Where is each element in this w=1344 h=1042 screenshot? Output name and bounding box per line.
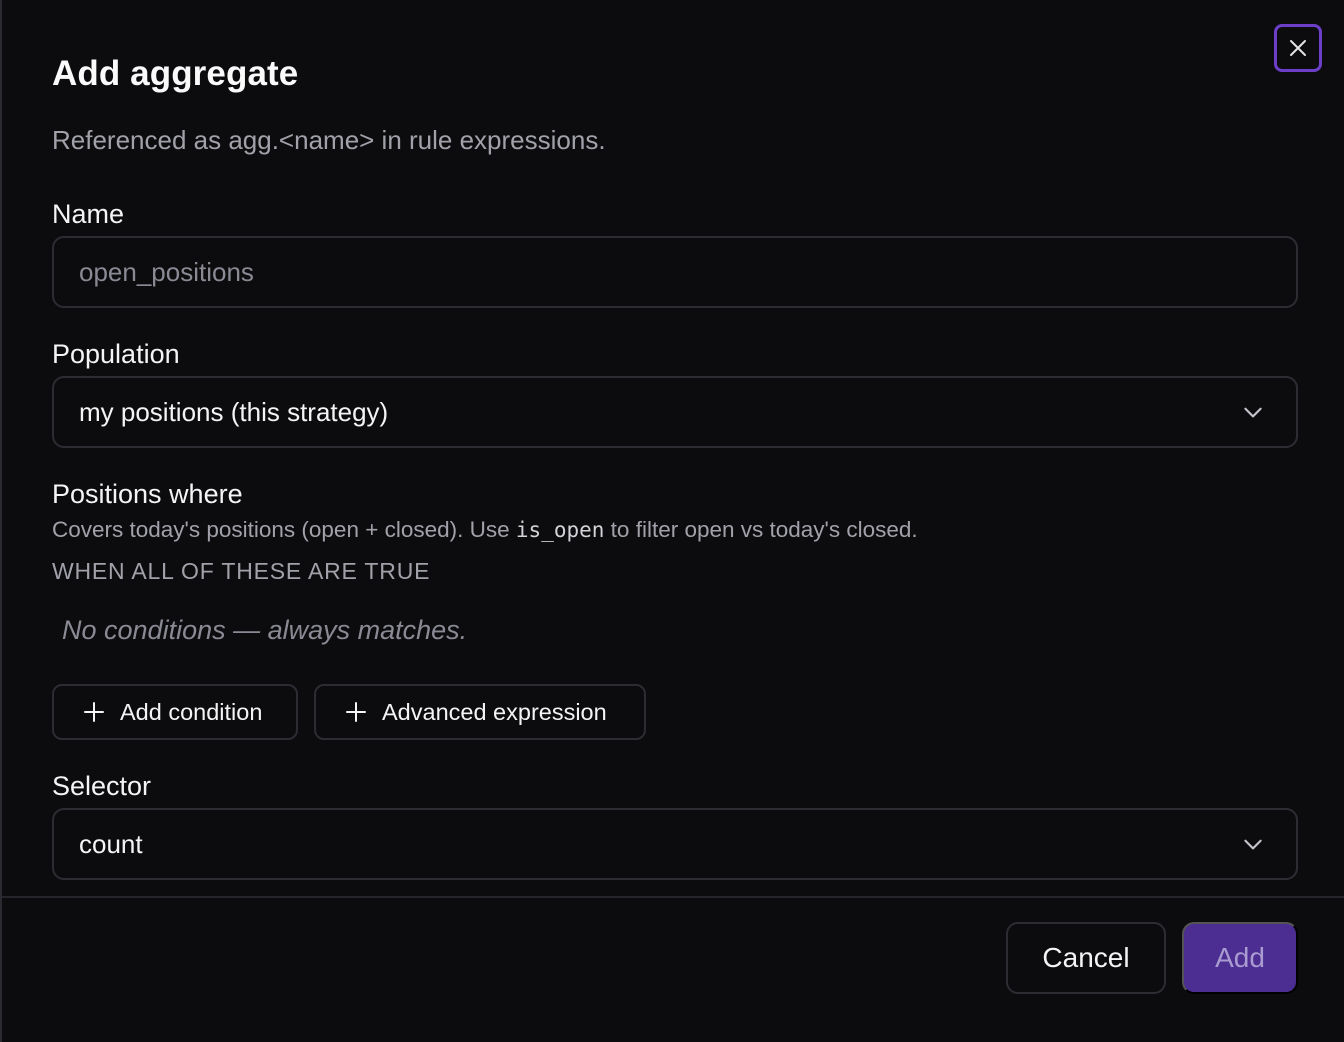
population-select[interactable]: my positions (this strategy) bbox=[52, 376, 1298, 448]
cancel-button[interactable]: Cancel bbox=[1006, 922, 1166, 994]
help-text-after: to filter open vs today's closed. bbox=[604, 517, 918, 542]
selector-select[interactable]: count bbox=[52, 808, 1298, 880]
add-condition-button[interactable]: Add condition bbox=[52, 684, 298, 740]
help-text-before: Covers today's positions (open + closed)… bbox=[52, 517, 516, 542]
close-button[interactable] bbox=[1274, 24, 1322, 72]
plus-icon bbox=[84, 702, 104, 722]
selector-label: Selector bbox=[52, 771, 152, 801]
dialog-title: Add aggregate bbox=[52, 54, 299, 93]
conditions-caption: WHEN ALL OF THESE ARE TRUE bbox=[52, 558, 431, 584]
name-label: Name bbox=[52, 199, 125, 229]
chevron-down-icon bbox=[1244, 407, 1262, 418]
add-button[interactable]: Add bbox=[1182, 922, 1298, 994]
no-conditions-message: No conditions — always matches. bbox=[62, 615, 468, 645]
add-condition-label: Add condition bbox=[120, 698, 263, 725]
help-code-is-open: is_open bbox=[515, 518, 605, 542]
positions-where-help: Covers today's positions (open + closed)… bbox=[52, 517, 918, 543]
footer-divider bbox=[2, 896, 1344, 898]
selector-select-value: count bbox=[79, 828, 143, 859]
chevron-down-icon bbox=[1244, 839, 1262, 850]
plus-icon bbox=[346, 702, 366, 722]
advanced-expression-button[interactable]: Advanced expression bbox=[314, 684, 646, 740]
name-input-placeholder: open_positions bbox=[79, 256, 254, 287]
population-select-value: my positions (this strategy) bbox=[79, 396, 389, 427]
dialog-subtitle: Referenced as agg.<name> in rule express… bbox=[52, 125, 606, 155]
name-input[interactable]: open_positions bbox=[52, 236, 1298, 308]
close-icon bbox=[1290, 40, 1306, 56]
advanced-expression-label: Advanced expression bbox=[382, 698, 607, 725]
add-aggregate-dialog: Add aggregate Referenced as agg.<name> i… bbox=[0, 0, 1344, 1042]
positions-where-label: Positions where bbox=[52, 479, 243, 509]
population-label: Population bbox=[52, 339, 180, 369]
